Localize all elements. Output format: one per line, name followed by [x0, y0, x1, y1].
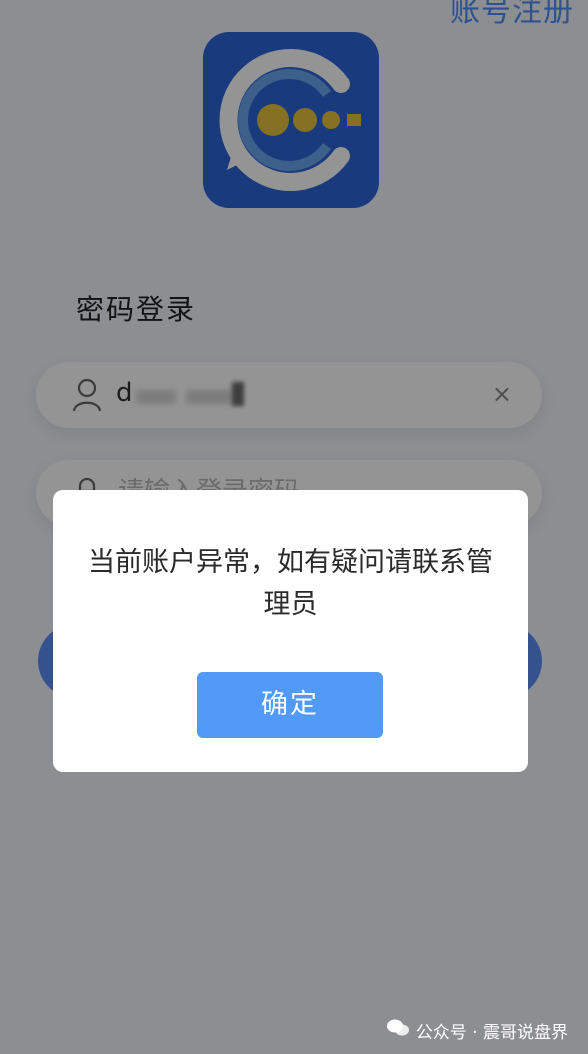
watermark-text: 公众号 · 震哥说盘界	[415, 1023, 568, 1043]
watermark: 公众号 · 震哥说盘界	[386, 1018, 568, 1043]
alert-dialog: 当前账户异常，如有疑问请联系管理员 确定	[53, 490, 528, 772]
wechat-icon	[386, 1018, 410, 1043]
confirm-button[interactable]: 确定	[197, 672, 383, 738]
dialog-message: 当前账户异常，如有疑问请联系管理员	[88, 547, 493, 620]
